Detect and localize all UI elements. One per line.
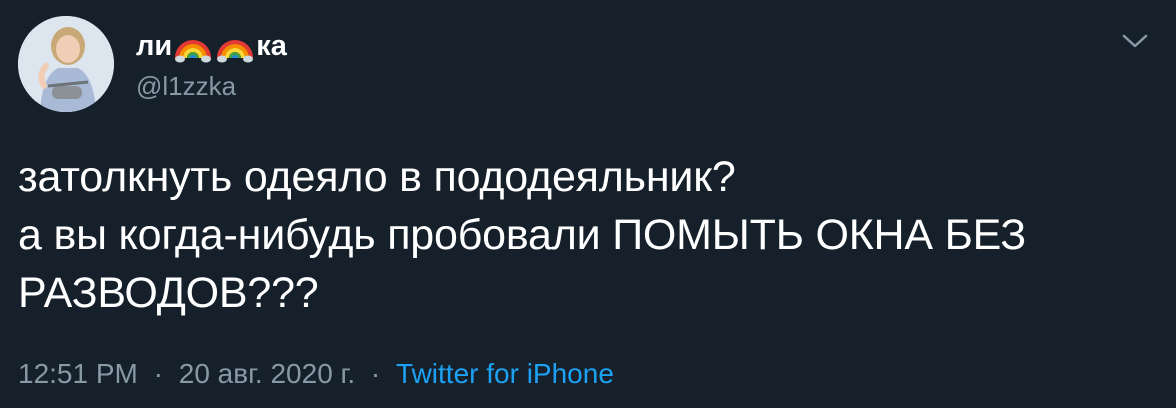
meta-separator: · (153, 358, 163, 389)
meta-separator: · (370, 358, 381, 389)
rainbow-emoji-icon (175, 40, 212, 63)
user-handle[interactable]: @l1zzka (136, 68, 287, 104)
display-name[interactable]: ли ка (136, 26, 287, 66)
display-name-part1: ли (136, 30, 173, 62)
tweet-date[interactable]: 20 авг. 2020 г. (179, 358, 355, 389)
rainbow-emoji-icon (217, 40, 254, 63)
tweet-line: затолкнуть одеяло в пододеяльник? (18, 153, 736, 201)
tweet-text: затолкнуть одеяло в пододеяльник? а вы к… (18, 148, 1138, 322)
chevron-down-icon[interactable] (1120, 30, 1150, 52)
avatar[interactable] (18, 16, 114, 112)
display-name-part2: ка (256, 30, 287, 62)
author-block[interactable]: ли ка @l1zzka (136, 26, 287, 104)
tweet-time[interactable]: 12:51 PM (18, 358, 138, 389)
tweet-line: РАЗВОДОВ??? (18, 269, 319, 317)
avatar-image (18, 16, 114, 112)
tweet-source-link[interactable]: Twitter for iPhone (396, 358, 614, 389)
tweet-meta: 12:51 PM · 20 авг. 2020 г. · Twitter for… (18, 356, 614, 392)
tweet-card: ли ка @l1zzka затолкнуть одеяло в пододе… (0, 0, 1176, 408)
tweet-line: а вы когда-нибудь пробовали ПОМЫТЬ ОКНА … (18, 211, 1026, 259)
